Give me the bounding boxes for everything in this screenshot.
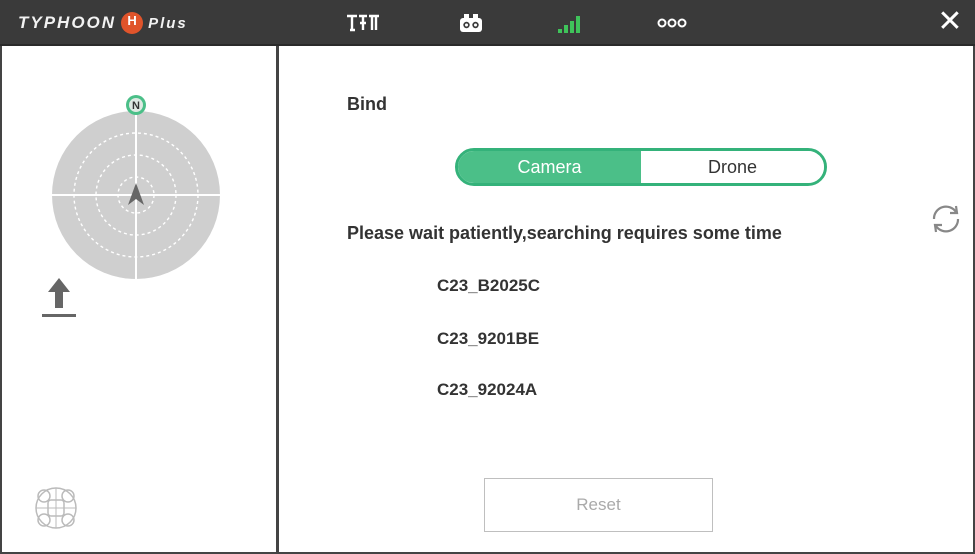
search-status-text: Please wait patiently,searching requires… <box>347 223 782 243</box>
logo-text: TYPHOON <box>18 13 117 32</box>
sidebar: N <box>0 46 279 554</box>
camera-icon[interactable] <box>455 10 487 36</box>
app-logo: TYPHOON Plus <box>18 11 188 35</box>
more-icon[interactable] <box>655 10 689 36</box>
logo-h-icon <box>121 12 144 34</box>
page-title: Bind <box>347 94 387 114</box>
gimbal-mode-icon[interactable] <box>345 10 381 36</box>
drone-tab[interactable]: Drone <box>641 151 824 183</box>
signal-strength-icon <box>555 10 587 36</box>
close-icon[interactable]: ✕ <box>935 7 965 38</box>
top-bar: TYPHOON Plus <box>0 0 975 46</box>
bind-panel: Bind Camera Drone Please wait patiently,… <box>279 46 975 554</box>
compass-radar-icon: N <box>52 95 220 279</box>
device-list-item[interactable]: C23_92024A <box>437 380 537 400</box>
device-list-item[interactable]: C23_B2025C <box>437 276 540 296</box>
camera-tab[interactable]: Camera <box>458 151 641 183</box>
logo-plus-text: Plus <box>148 14 188 32</box>
device-list-item[interactable]: C23_9201BE <box>437 329 539 349</box>
bind-target-toggle[interactable]: Camera Drone <box>455 148 827 186</box>
reset-button[interactable]: Reset <box>484 478 713 532</box>
refresh-icon[interactable] <box>929 202 963 236</box>
north-label: N <box>132 100 140 112</box>
drone-status-icon[interactable] <box>32 484 80 532</box>
takeoff-land-icon[interactable] <box>40 274 78 320</box>
